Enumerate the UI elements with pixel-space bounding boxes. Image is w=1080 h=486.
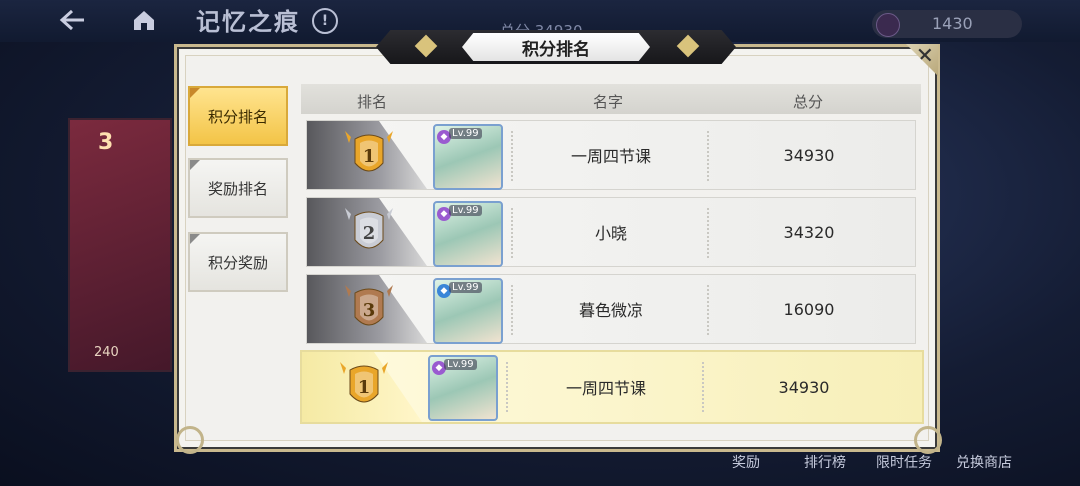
table-row[interactable]: 1 ◆ Lv.99 一周四节课 34930 [306,120,916,190]
column-divider [707,208,709,258]
corner-ornament [176,426,204,454]
player-level: Lv.99 [449,128,482,139]
nav-timed-tasks[interactable]: 限时任务 [876,452,932,472]
player-name: 暮色微凉 [578,301,643,320]
player-avatar[interactable]: ◆ Lv.99 [433,201,503,267]
back-button[interactable] [42,4,102,36]
player-name: 一周四节课 [565,379,646,398]
player-avatar[interactable]: ◆ Lv.99 [428,355,498,421]
player-name: 小晓 [594,224,627,243]
tab-label: 积分排名 [207,107,268,126]
home-icon [134,11,154,30]
column-divider [702,362,704,412]
rank-number: 3 [362,299,376,321]
tab-reward-ranking[interactable]: 奖励排名 [188,158,288,218]
player-score: 34930 [778,377,830,397]
card-number: 3 [98,130,114,155]
card-cost: 240 [94,345,119,360]
player-name: 一周四节课 [570,147,651,166]
dialog-title: 积分排名 [462,33,650,61]
character-card[interactable]: 3 240 [68,118,172,372]
player-avatar[interactable]: ◆ Lv.99 [433,278,503,344]
rank-number: 1 [362,145,376,167]
home-button[interactable] [122,4,166,36]
player-level: Lv.99 [449,205,482,216]
tab-score-ranking[interactable]: 积分排名 [188,86,288,146]
rank-number: 1 [357,376,371,398]
tab-corner [190,160,200,170]
silver-medal-icon: 2 [341,206,397,260]
tab-label: 奖励排名 [207,179,268,198]
page-title: 记忆之痕 [196,7,300,36]
nav-rewards[interactable]: 奖励 [732,452,760,472]
gold-medal-icon: 1 [336,360,392,414]
player-score: 34930 [783,145,835,165]
currency-icon [876,13,900,37]
self-rank-row[interactable]: 1 ◆ Lv.99 一周四节课 34930 [300,350,924,424]
column-score: 总分 [793,93,824,111]
column-rank: 排名 [357,93,388,111]
table-header: 排名 名字 总分 [301,84,921,114]
table-row[interactable]: 3 ◆ Lv.99 暮色微凉 16090 [306,274,916,344]
gold-medal-icon: 1 [341,129,397,183]
table-row[interactable]: 2 ◆ Lv.99 小晓 34320 [306,197,916,267]
info-icon[interactable]: ! [312,8,338,34]
tab-corner [190,234,200,244]
bronze-medal-icon: 3 [341,283,397,337]
rank-number: 2 [362,222,376,244]
player-avatar[interactable]: ◆ Lv.99 [433,124,503,190]
tab-label: 积分奖励 [207,253,268,272]
nav-leaderboard[interactable]: 排行榜 [804,452,846,472]
currency-display: 1430 [872,10,1022,38]
player-level: Lv.99 [444,359,477,370]
column-divider [707,131,709,181]
tab-corner [190,88,200,98]
column-name: 名字 [593,93,624,111]
nav-exchange-shop[interactable]: 兑换商店 [956,452,1012,472]
player-score: 16090 [783,299,835,319]
player-score: 34320 [783,222,835,242]
tab-score-rewards[interactable]: 积分奖励 [188,232,288,292]
back-arrow-icon [59,9,84,31]
currency-amount: 1430 [932,14,973,33]
player-level: Lv.99 [449,282,482,293]
corner-ornament [914,426,942,454]
column-divider [707,285,709,335]
